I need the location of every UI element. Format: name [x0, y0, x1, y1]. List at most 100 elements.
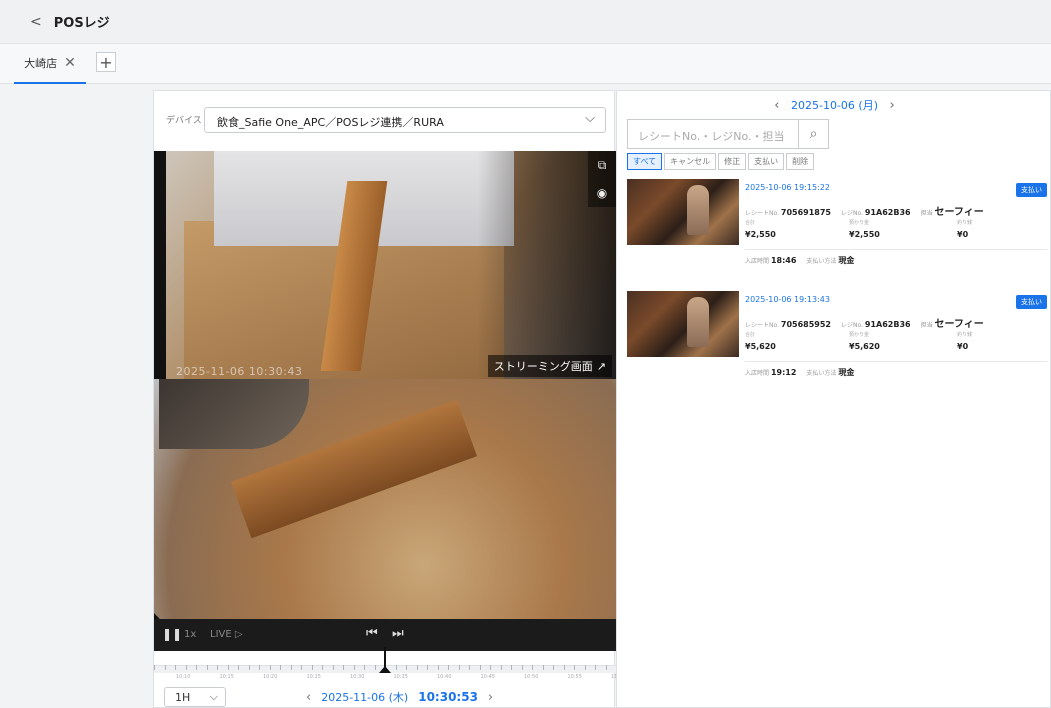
timeline-tick — [469, 665, 470, 670]
receipts-panel: ‹ 2025-10-06 (月) › レシートNo.・レジNo.・担当 ⌕ すべ… — [616, 90, 1051, 708]
register-no: 91A62B36 — [864, 320, 911, 329]
timeline-tick — [280, 665, 281, 670]
timeline-label: 10:40 — [437, 674, 452, 680]
deposit-label: 預かり金 — [849, 220, 870, 226]
timeline-tick — [301, 665, 302, 670]
operator-label: 担当 — [920, 322, 933, 329]
entry-time-label: 入店時間 — [745, 370, 770, 377]
total-col: 合計 ¥2,550 — [745, 219, 776, 239]
transaction-item[interactable]: 2025-10-06 19:13:43 支払い レシートNo. 705685952 レ… — [627, 291, 1047, 391]
filter-chip[interactable]: 削除 — [786, 153, 815, 170]
timeline-tick — [364, 665, 365, 670]
chevron-right-icon[interactable]: › — [890, 98, 895, 113]
timeline-label: 10:35 — [393, 674, 408, 680]
timeline-tick — [532, 665, 533, 670]
receipt-search[interactable]: レシートNo.・レジNo.・担当 ⌕ — [627, 119, 829, 149]
timeline-label: 10:10 — [176, 674, 191, 680]
pip-icon[interactable]: ⧉ — [598, 158, 607, 173]
camera-shade — [154, 151, 616, 379]
receipt-no: 705685952 — [780, 320, 831, 329]
chevron-left-icon[interactable]: ‹ — [306, 690, 311, 705]
total-col: 合計 ¥5,620 — [745, 331, 776, 351]
timeline-label: 10:15 — [219, 674, 234, 680]
transaction-amounts: 合計 ¥2,550 預かり金 ¥2,550 釣り銭 ¥0 — [745, 219, 1047, 245]
skip-next-icon[interactable]: ⏭ — [392, 626, 404, 641]
timeline-tick — [605, 665, 607, 670]
speed-toggle[interactable]: 1x — [184, 629, 196, 640]
close-icon[interactable]: ✕ — [64, 55, 76, 71]
total-value: ¥5,620 — [745, 342, 776, 351]
timeline-tick — [217, 665, 218, 670]
timeline-tick — [164, 665, 166, 670]
timeline-cursor[interactable] — [379, 647, 391, 673]
timeline-tick — [311, 665, 313, 670]
timeline-tick — [238, 665, 239, 670]
filter-chip[interactable]: 修正 — [718, 153, 747, 170]
timeline-tick — [374, 665, 376, 670]
pause-icon[interactable]: ❚❚ — [162, 627, 182, 641]
timeline-tick — [196, 665, 197, 670]
streaming-button[interactable]: ストリーミング画面 ↗ — [487, 355, 612, 377]
receipt-no-label: レシートNo. — [745, 322, 779, 329]
device-label: デバイス — [166, 116, 202, 126]
total-label: 合計 — [745, 332, 756, 338]
filter-chip[interactable]: キャンセル — [664, 153, 717, 170]
camera-view-main[interactable]: ⧉ ◉ 2025-11-06 10:30:43 ストリーミング画面 ↗ — [154, 151, 616, 379]
timeline-tick — [154, 665, 155, 670]
transaction-ids: レシートNo. 705685952 レジNo. 91A62B36 担当 セーフィー — [745, 315, 984, 330]
chevron-right-icon[interactable]: › — [488, 690, 493, 705]
timeline-tick — [500, 665, 502, 670]
transaction-thumbnail[interactable] — [627, 179, 739, 245]
timeline-tick — [406, 665, 407, 670]
timeline-tick — [206, 665, 208, 670]
divider — [745, 361, 1047, 362]
transaction-thumbnail[interactable] — [627, 291, 739, 357]
operator-label: 担当 — [920, 210, 933, 217]
entry-time-label: 入店時間 — [745, 258, 770, 265]
playback-date[interactable]: 2025-11-06 (木) — [321, 689, 408, 705]
timeline-label: 10:45 — [480, 674, 495, 680]
camera-panel: デバイス 飲食_Safie One_APC／POSレジ連携／RURA ⌵ ⧉ ◉… — [153, 90, 625, 708]
filter-chip[interactable]: 支払い — [748, 153, 785, 170]
timeline-tick — [416, 665, 418, 670]
timeline-tick — [175, 665, 176, 670]
camera-snapshot-icon[interactable]: ◉ — [597, 186, 607, 200]
timeline-tick — [490, 665, 491, 670]
tab-bar: 大崎店 ✕ + — [0, 44, 1051, 84]
chevron-left-icon[interactable]: ‹ — [774, 98, 779, 113]
pay-method: 現金 — [838, 256, 855, 265]
search-input[interactable]: レシートNo.・レジNo.・担当 — [638, 128, 785, 144]
external-link-icon: ↗ — [596, 359, 606, 373]
skip-previous-icon[interactable]: ⏮ — [366, 626, 378, 641]
transaction-item[interactable]: 2025-10-06 19:15:22 支払い レシートNo. 705691875 レ… — [627, 179, 1047, 279]
timeline-tick — [479, 665, 481, 670]
timeline-tick — [185, 665, 187, 670]
pay-method-label: 支払い方法 — [806, 370, 837, 377]
receipt-no-label: レシートNo. — [745, 210, 779, 217]
device-select[interactable]: 飲食_Safie One_APC／POSレジ連携／RURA ⌵ — [204, 107, 606, 133]
receipt-date[interactable]: 2025-10-06 (月) — [791, 99, 878, 112]
total-value: ¥2,550 — [745, 230, 776, 239]
filter-chip[interactable]: すべて — [627, 153, 663, 170]
timeline-tick — [427, 665, 428, 670]
live-button[interactable]: LIVE ▷ — [210, 629, 243, 640]
entry-time: 19:12 — [770, 368, 797, 377]
playback-time[interactable]: 10:30:53 — [418, 690, 478, 704]
timeline-label: 10:20 — [263, 674, 278, 680]
timeline-tick — [563, 665, 565, 670]
chevron-down-icon: ⌵ — [209, 690, 218, 703]
status-badge: 支払い — [1016, 295, 1047, 309]
transaction-meta: 入店時間 19:12 支払い方法 現金 — [745, 367, 864, 378]
camera-view-fisheye[interactable] — [154, 379, 616, 619]
back-chevron-icon[interactable]: < — [30, 14, 42, 30]
entry-time: 18:46 — [770, 256, 797, 265]
tab-store[interactable]: 大崎店 ✕ — [14, 44, 86, 84]
transaction-meta: 入店時間 18:46 支払い方法 現金 — [745, 255, 864, 266]
search-icon[interactable]: ⌕ — [798, 120, 828, 148]
add-tab-button[interactable]: + — [96, 52, 116, 72]
device-row: デバイス 飲食_Safie One_APC／POSレジ連携／RURA ⌵ — [154, 91, 616, 149]
timeline-tick — [584, 665, 586, 670]
timeline-tick — [521, 665, 523, 670]
timeline[interactable]: 10:10 10:15 10:20 10:25 10:30 10:35 10:40 10:45… — [154, 647, 625, 680]
duration-select[interactable]: 1H ⌵ — [164, 687, 226, 707]
